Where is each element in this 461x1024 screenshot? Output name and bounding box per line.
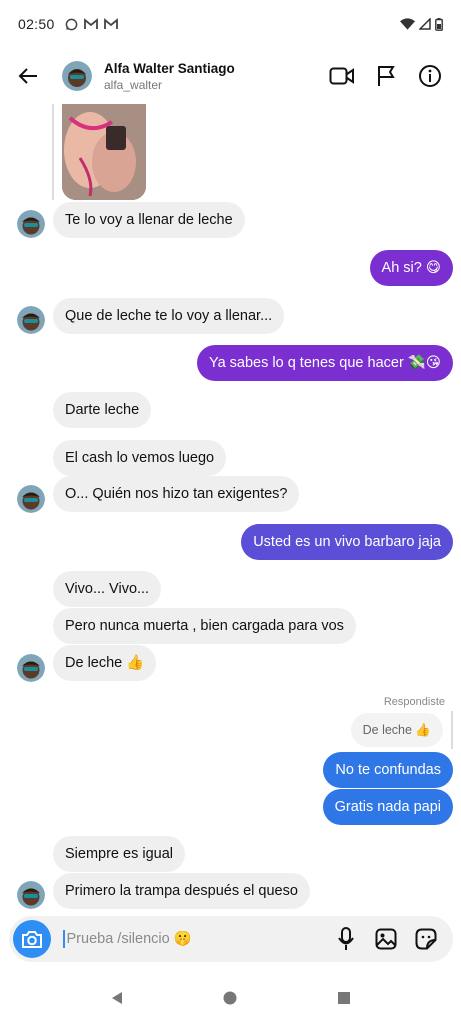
back-button[interactable]: [0, 48, 56, 104]
avatar[interactable]: [17, 654, 45, 682]
avatar[interactable]: [62, 61, 92, 91]
message-bubble-incoming[interactable]: Darte leche: [53, 392, 152, 428]
message-bubble-incoming[interactable]: Que de leche te lo voy a llenar...: [53, 298, 285, 334]
shared-photo[interactable]: [62, 100, 146, 200]
gallery-button[interactable]: [373, 926, 399, 952]
avatar[interactable]: [17, 210, 45, 238]
avatar[interactable]: [17, 881, 45, 909]
chat-header: Alfa Walter Santiago alfa_walter: [0, 48, 461, 104]
system-nav-bar: [0, 972, 461, 1024]
message-bubble-incoming[interactable]: Primero la trampa después el queso: [53, 873, 310, 909]
info-button[interactable]: [417, 63, 443, 89]
video-call-button[interactable]: [329, 63, 355, 89]
image-icon: [375, 928, 397, 950]
back-arrow-icon: [18, 68, 37, 84]
reply-line: [52, 100, 54, 200]
message-bubble-incoming[interactable]: Vivo... Vivo...: [53, 571, 162, 607]
message-bubble-outgoing[interactable]: Usted es un vivo barbaro jaja: [241, 524, 453, 560]
info-icon: [419, 65, 441, 87]
microphone-icon: [338, 927, 354, 950]
message-bubble-incoming[interactable]: De leche 👍: [53, 645, 157, 681]
quote-bar: [451, 711, 453, 749]
message-input[interactable]: [66, 931, 317, 947]
message-bubble-incoming[interactable]: Pero nunca muerta , bien cargada para vo…: [53, 608, 356, 644]
notification-icons: [65, 18, 118, 31]
report-button[interactable]: [373, 63, 399, 89]
message-bubble-incoming[interactable]: O... Quién nos hizo tan exigentes?: [53, 476, 300, 512]
gmail-icon: [83, 18, 98, 29]
battery-icon: [435, 17, 443, 31]
replied-label: Respondiste: [383, 696, 445, 708]
signal-icon: [419, 18, 431, 30]
message-bubble-incoming[interactable]: Te lo voy a llenar de leche: [53, 202, 245, 238]
flag-icon: [378, 66, 395, 86]
message-thread[interactable]: Te lo voy a llenar de leche Ah si? 😋 Que…: [0, 100, 461, 910]
whatsapp-icon: [65, 18, 77, 30]
gmail-icon: [103, 18, 118, 29]
nav-recents-icon[interactable]: [336, 990, 352, 1006]
camera-button[interactable]: [13, 920, 51, 958]
message-bubble-incoming[interactable]: El cash lo vemos luego: [53, 440, 227, 476]
avatar[interactable]: [17, 485, 45, 513]
nav-home-icon[interactable]: [222, 990, 238, 1006]
message-bubble-outgoing[interactable]: No te confundas: [323, 752, 453, 788]
video-camera-icon: [329, 67, 354, 85]
text-caret: [63, 930, 65, 948]
nav-back-icon[interactable]: [109, 990, 125, 1006]
contact-handle: alfa_walter: [104, 77, 163, 92]
message-bubble-outgoing[interactable]: Gratis nada papi: [322, 789, 453, 825]
sticker-icon: [415, 928, 437, 950]
sticker-button[interactable]: [413, 926, 439, 952]
contact-name: Alfa Walter Santiago: [104, 60, 235, 76]
wifi-icon: [400, 18, 415, 30]
avatar[interactable]: [17, 306, 45, 334]
message-composer: [9, 916, 453, 962]
camera-icon: [22, 931, 42, 948]
contact-info[interactable]: Alfa Walter Santiago alfa_walter: [104, 61, 235, 92]
quoted-message[interactable]: De leche 👍: [350, 713, 443, 747]
message-bubble-outgoing[interactable]: Ah si? 😋: [369, 250, 453, 286]
status-bar: 02:50: [0, 0, 461, 48]
message-bubble-incoming[interactable]: Siempre es igual: [53, 836, 185, 872]
voice-message-button[interactable]: [333, 926, 359, 952]
message-bubble-outgoing[interactable]: Ya sabes lo q tenes que hacer 💸😘: [196, 345, 453, 381]
status-time: 02:50: [18, 16, 55, 32]
